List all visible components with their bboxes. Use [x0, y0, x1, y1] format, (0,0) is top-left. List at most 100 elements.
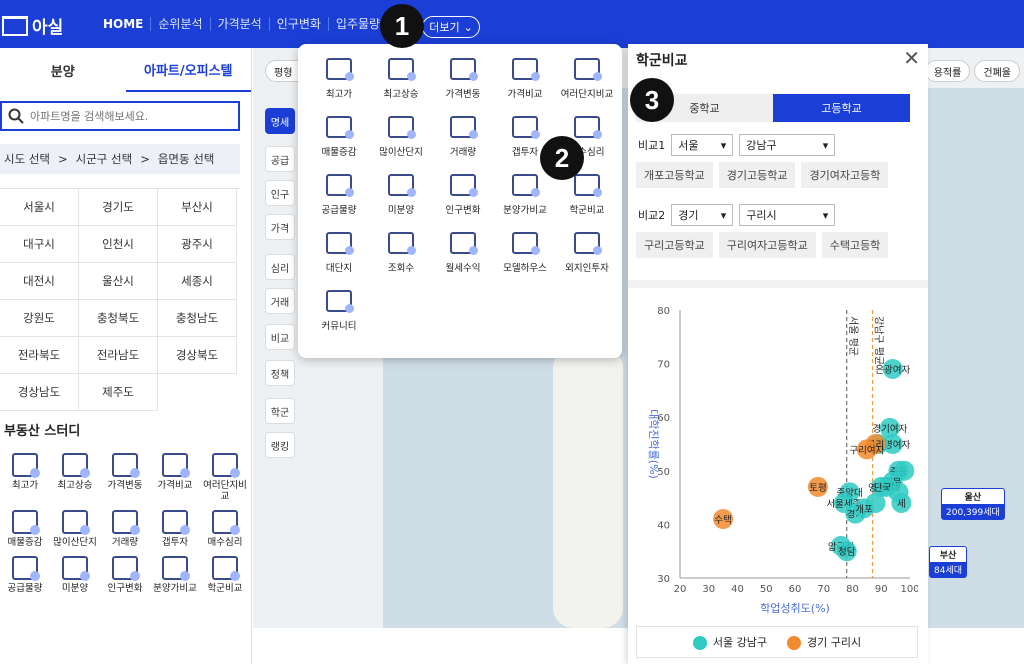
region-item[interactable]: 충청북도 [79, 300, 158, 337]
map-pin[interactable]: 울산 200,399세대 [941, 488, 1005, 520]
tab-apartment[interactable]: 아파트/오피스텔 [125, 48, 251, 92]
crumb-sido[interactable]: 시도 선택 [4, 151, 50, 167]
study-item[interactable]: 매수심리 [200, 510, 250, 548]
region-item[interactable]: 경상북도 [158, 337, 237, 374]
region-item[interactable]: 대구시 [0, 226, 79, 263]
dropdown-item[interactable]: 최고가 [308, 58, 370, 102]
logo[interactable]: 아실 [2, 13, 63, 38]
school-chip[interactable]: 수택고등학 [821, 232, 889, 258]
tab-high-school[interactable]: 고등학교 [773, 94, 910, 122]
study-item[interactable]: 최고상승 [50, 453, 100, 502]
school-chip[interactable]: 경기고등학교 [718, 162, 796, 188]
region-item[interactable]: 경기도 [79, 189, 158, 226]
study-item[interactable]: 분양가비교 [150, 556, 200, 594]
dropdown-item[interactable]: 외지인투자 [556, 232, 618, 276]
crumb-eupmyeondong[interactable]: 읍면동 선택 [158, 151, 215, 167]
region-item[interactable]: 강원도 [0, 300, 79, 337]
dropdown-item[interactable]: 미분양 [370, 174, 432, 218]
menu-label: 최고가 [325, 89, 353, 100]
search-input[interactable] [30, 109, 230, 123]
study-icon [62, 510, 90, 535]
study-item[interactable]: 인구변화 [100, 556, 150, 594]
nav-home[interactable]: HOME [96, 17, 152, 31]
compare1-sido-select[interactable]: 서울 ▾ [671, 134, 734, 156]
dropdown-item[interactable]: 가격변동 [432, 58, 494, 102]
region-item[interactable]: 충청남도 [158, 300, 237, 337]
far-chip[interactable]: 용적률 [924, 60, 971, 82]
close-icon[interactable]: ✕ [903, 46, 920, 70]
school-chip[interactable]: 구리여자고등학교 [718, 232, 816, 258]
dropdown-item[interactable]: 대단지 [308, 232, 370, 276]
menu-label: 분양가비교 [503, 205, 547, 216]
study-item[interactable]: 여러단지비교 [200, 453, 250, 502]
nav-price-analysis[interactable]: 가격분석 [211, 17, 270, 31]
dropdown-item[interactable]: 월세수익 [432, 232, 494, 276]
school-chip[interactable]: 경기여자고등학 [801, 162, 889, 188]
nav-rank-analysis[interactable]: 순위분석 [151, 17, 211, 31]
dropdown-item[interactable]: 여러단지비교 [556, 58, 618, 102]
main-nav: HOME 순위분석 가격분석 인구변화 입주물량 [96, 0, 387, 48]
dropdown-item[interactable]: 인구변화 [432, 174, 494, 218]
map-side-button[interactable]: 랭킹 [265, 432, 295, 458]
compare1-sigungu-select[interactable]: 강남구 ▾ [739, 134, 836, 156]
crumb-sigungu[interactable]: 시군구 선택 [76, 151, 133, 167]
study-item[interactable]: 공급물량 [0, 556, 50, 594]
map-side-button[interactable]: 공급 [265, 146, 295, 172]
dropdown-item[interactable]: 모델하우스 [494, 232, 556, 276]
dropdown-item[interactable]: 많이산단지 [370, 116, 432, 160]
map-side-button[interactable]: 거래 [265, 288, 295, 314]
region-item[interactable]: 전라남도 [79, 337, 158, 374]
map-side-button[interactable]: 가격 [265, 214, 295, 240]
study-item[interactable]: 갭투자 [150, 510, 200, 548]
region-item[interactable]: 대전시 [0, 263, 79, 300]
map-side-button[interactable]: 심리 [265, 254, 295, 280]
region-item[interactable]: 광주시 [158, 226, 237, 263]
compare2-sido-select[interactable]: 경기 ▾ [671, 204, 734, 226]
dropdown-item[interactable]: 거래량 [432, 116, 494, 160]
study-item[interactable]: 많이산단지 [50, 510, 100, 548]
nav-move-in[interactable]: 입주물량 [329, 17, 387, 31]
dropdown-item[interactable]: 커뮤니티 [308, 290, 370, 334]
bcr-chip[interactable]: 건폐율 [974, 60, 1020, 82]
dropdown-item[interactable]: 조회수 [370, 232, 432, 276]
region-item[interactable]: 인천시 [79, 226, 158, 263]
tab-presale[interactable]: 분양 [0, 48, 126, 92]
dropdown-item[interactable]: 학군비교 [556, 174, 618, 218]
study-item[interactable]: 가격비교 [150, 453, 200, 502]
search-box[interactable] [0, 101, 240, 131]
school-chip[interactable]: 구리고등학교 [636, 232, 713, 258]
school-chip[interactable]: 개포고등학교 [636, 162, 713, 188]
region-item[interactable]: 경상남도 [0, 374, 79, 411]
map-pin[interactable]: 부산 84세대 [929, 546, 968, 578]
legend-item[interactable]: 서울 강남구 [692, 634, 767, 650]
study-item[interactable]: 학군비교 [200, 556, 250, 594]
study-item[interactable]: 거래량 [100, 510, 150, 548]
dropdown-item[interactable]: 가격비교 [494, 58, 556, 102]
map-side-button[interactable]: 명세 [265, 108, 295, 134]
study-item[interactable]: 가격변동 [100, 453, 150, 502]
study-icon [12, 510, 40, 535]
dropdown-item[interactable]: 분양가비교 [494, 174, 556, 218]
compare2-sigungu-select[interactable]: 구리시 ▾ [739, 204, 836, 226]
region-item[interactable]: 서울시 [0, 189, 79, 226]
map-side-button[interactable]: 정책 [265, 360, 295, 386]
dropdown-item[interactable]: 매물증감 [308, 116, 370, 160]
study-item[interactable]: 최고가 [0, 453, 50, 502]
dropdown-item[interactable]: 최고상승 [370, 58, 432, 102]
dropdown-item[interactable]: 공급물량 [308, 174, 370, 218]
x-tick-label: 20 [674, 584, 687, 595]
region-item[interactable]: 울산시 [79, 263, 158, 300]
map-side-button[interactable]: 학군 [265, 398, 295, 424]
study-item[interactable]: 매물증감 [0, 510, 50, 548]
legend-item[interactable]: 경기 구리시 [787, 634, 861, 650]
map-side-button[interactable]: 인구 [265, 180, 295, 206]
region-item[interactable]: 전라북도 [0, 337, 79, 374]
menu-icon [326, 116, 354, 139]
map-side-button[interactable]: 비교 [265, 324, 295, 350]
region-item[interactable]: 제주도 [79, 374, 158, 411]
region-item[interactable]: 부산시 [158, 189, 237, 226]
nav-population[interactable]: 인구변화 [270, 17, 329, 31]
more-button[interactable]: 더보기 ⌄ [422, 16, 480, 38]
study-item[interactable]: 미분양 [50, 556, 100, 594]
region-item[interactable]: 세종시 [158, 263, 237, 300]
